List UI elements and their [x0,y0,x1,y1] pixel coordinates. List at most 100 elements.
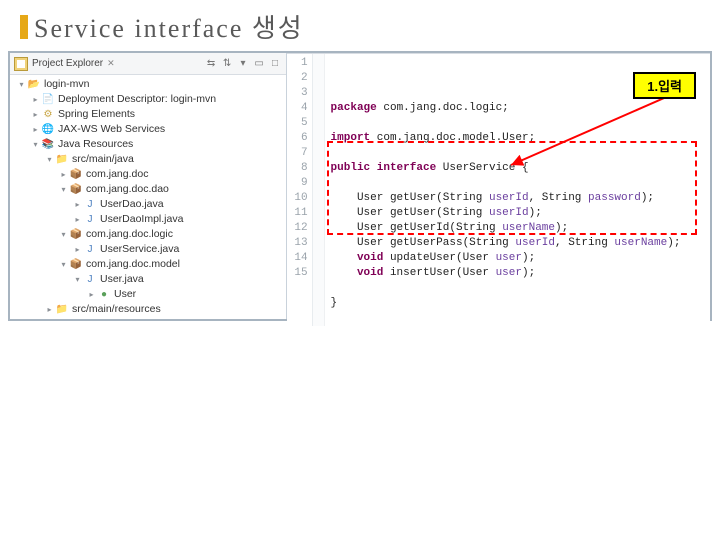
tree-node-icon: ● [97,289,111,301]
code-line[interactable]: User getUser(String userId, String passw… [331,191,706,206]
tree-item[interactable]: ▸JUserService.java [10,242,286,257]
line-number: 13 [287,236,308,251]
code-line[interactable]: import com.jang.doc.model.User; [331,131,706,146]
expand-down-icon[interactable]: ▾ [16,77,27,92]
title-accent [20,15,28,39]
code-line[interactable] [331,311,706,326]
line-number: 6 [287,131,308,146]
tree-node-label: Deployment Descriptor: login-mvn [58,92,216,107]
expand-right-icon[interactable]: ▸ [30,107,41,122]
tree-node-label: User.java [100,272,144,287]
line-number: 10 [287,191,308,206]
code-line[interactable] [331,116,706,131]
tree-item[interactable]: ▸🌐JAX-WS Web Services [10,122,286,137]
tree-node-icon: 📄 [41,94,55,106]
tree-item[interactable]: ▸●User [10,287,286,302]
tree-item[interactable]: ▾📂login-mvn [10,77,286,92]
tree-node-label: src/main/resources [72,302,161,317]
tree-item[interactable]: ▾📁src/main/java [10,152,286,167]
tree-node-label: src/main/java [72,152,134,167]
tree-item[interactable]: ▾JUser.java [10,272,286,287]
tree-node-icon: J [83,244,97,256]
line-number-gutter: 123456789101112131415 [287,54,313,326]
callout-label: 1.입력 [633,72,696,99]
tree-node-icon: J [83,214,97,226]
editor-pane: JUser.javaJUserService...JUserDao.javaJU… [287,53,710,319]
line-number: 14 [287,251,308,266]
expand-right-icon[interactable]: ▸ [58,167,69,182]
tree-node-label: com.jang.doc.model [86,257,180,272]
code-line[interactable] [331,281,706,296]
explorer-collapse-icon[interactable]: ⇆ [205,57,218,70]
code-line[interactable]: User getUserPass(String userId, String u… [331,236,706,251]
line-number: 5 [287,116,308,131]
project-explorer-header: Project Explorer ✕ ⇆ ⇅ ▾ ▭ □ [10,53,286,75]
expand-down-icon[interactable]: ▾ [72,272,83,287]
tree-node-label: Spring Elements [58,107,135,122]
expand-right-icon[interactable]: ▸ [44,302,55,317]
explorer-close-icon[interactable]: ✕ [107,58,115,69]
fold-strip[interactable] [313,54,325,326]
tree-node-label: UserDao.java [100,197,164,212]
tree-node-label: login-mvn [44,77,90,92]
expand-right-icon[interactable]: ▸ [72,212,83,227]
tree-item[interactable]: ▸📄Deployment Descriptor: login-mvn [10,92,286,107]
expand-right-icon[interactable]: ▸ [30,92,41,107]
tree-item[interactable]: ▾📚Java Resources [10,137,286,152]
code-line[interactable]: void insertUser(User user); [331,266,706,281]
tree-node-icon: 📦 [69,259,83,271]
tree-item[interactable]: ▸📁src/main/resources [10,302,286,317]
tree-item[interactable]: ▾📦com.jang.doc.logic [10,227,286,242]
tree-item[interactable]: ▸📦com.jang.doc [10,167,286,182]
slide-title: Service interface 생성 [34,8,304,45]
expand-right-icon[interactable]: ▸ [72,197,83,212]
tree-node-label: UserService.java [100,242,179,257]
tree-item[interactable]: ▸⚙Spring Elements [10,107,286,122]
explorer-maximize-icon[interactable]: □ [269,57,282,70]
code-line[interactable]: User getUserId(String userName); [331,221,706,236]
explorer-minimize-icon[interactable]: ▭ [253,57,266,70]
expand-down-icon[interactable]: ▾ [44,152,55,167]
explorer-icon [14,57,28,71]
code-line[interactable]: public interface UserService { [331,161,706,176]
tree-node-icon: 📚 [41,139,55,151]
code-line[interactable]: User getUser(String userId); [331,206,706,221]
tree-item[interactable]: ▸JUserDao.java [10,197,286,212]
expand-down-icon[interactable]: ▾ [58,257,69,272]
expand-right-icon[interactable]: ▸ [86,287,97,302]
expand-down-icon[interactable]: ▾ [30,137,41,152]
explorer-menu-icon[interactable]: ▾ [237,57,250,70]
tree-item[interactable]: ▾📦com.jang.doc.dao [10,182,286,197]
line-number: 15 [287,266,308,281]
line-number: 12 [287,221,308,236]
tree-item[interactable]: ▾📦com.jang.doc.model [10,257,286,272]
tree-node-icon: 📁 [55,154,69,166]
expand-down-icon[interactable]: ▾ [58,227,69,242]
ide-window: Project Explorer ✕ ⇆ ⇅ ▾ ▭ □ ▾📂login-mvn… [8,51,712,321]
code-line[interactable]: package com.jang.doc.logic; [331,101,706,116]
code-line[interactable]: void updateUser(User user); [331,251,706,266]
tree-node-icon: J [83,199,97,211]
slide-title-bar: Service interface 생성 [0,0,720,51]
line-number: 3 [287,86,308,101]
expand-down-icon[interactable]: ▾ [58,182,69,197]
code-line[interactable] [331,146,706,161]
tree-node-icon: 📦 [69,229,83,241]
expand-right-icon[interactable]: ▸ [30,122,41,137]
tree-item[interactable]: ▸JUserDaoImpl.java [10,212,286,227]
line-number: 9 [287,176,308,191]
line-number: 2 [287,71,308,86]
code-line[interactable] [331,176,706,191]
tree-node-label: com.jang.doc.logic [86,227,173,242]
tree-node-icon: J [83,274,97,286]
tree-node-label: com.jang.doc.dao [86,182,169,197]
line-number: 4 [287,101,308,116]
tree-node-label: JAX-WS Web Services [58,122,165,137]
explorer-title: Project Explorer [32,58,103,69]
explorer-link-icon[interactable]: ⇅ [221,57,234,70]
code-line[interactable]: } [331,296,706,311]
expand-right-icon[interactable]: ▸ [72,242,83,257]
project-tree[interactable]: ▾📂login-mvn▸📄Deployment Descriptor: logi… [10,75,286,319]
tree-node-icon: 📦 [69,169,83,181]
tree-node-label: Java Resources [58,137,133,152]
